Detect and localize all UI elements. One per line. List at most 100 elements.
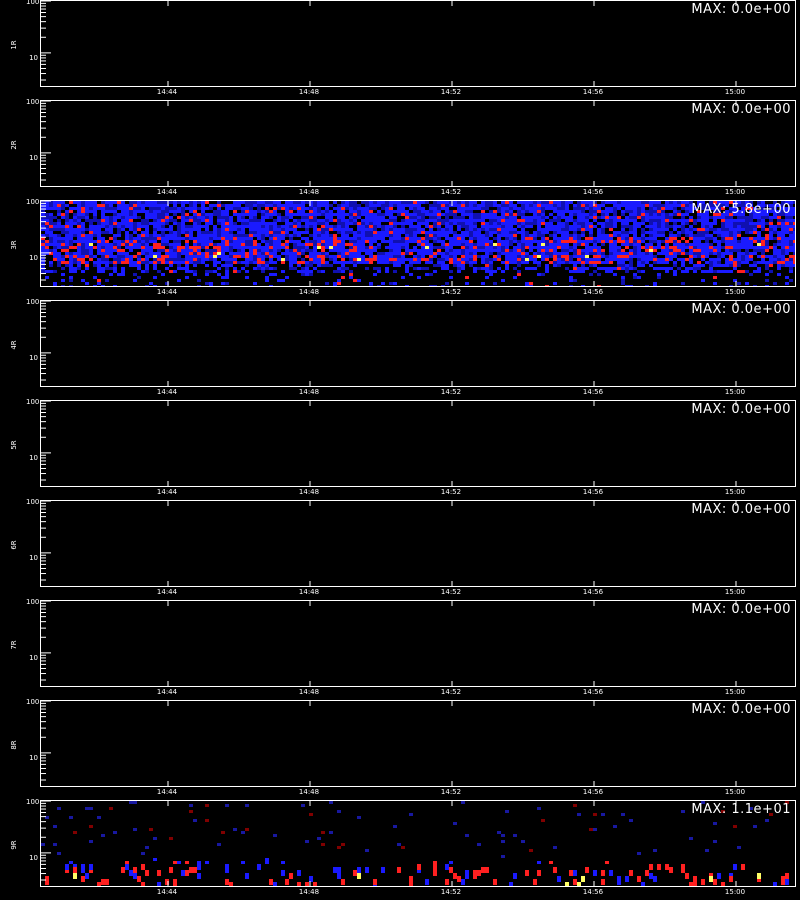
heat-cell [177, 267, 181, 270]
heat-cell [309, 270, 313, 273]
x-tick-label: 15:00 [724, 888, 746, 896]
heat-cell [157, 216, 161, 219]
heat-cell [373, 201, 377, 204]
heat-cell [593, 261, 597, 264]
heat-cell [225, 243, 229, 246]
heat-cell [369, 246, 373, 249]
heat-cell [313, 267, 317, 270]
heat-cell [569, 216, 573, 219]
heat-cell [541, 222, 545, 225]
x-tick-label: 15:00 [724, 688, 746, 696]
heat-cell [585, 201, 589, 204]
heat-cell [97, 261, 101, 264]
heat-cell [77, 267, 81, 270]
heat-cell [509, 237, 513, 240]
heat-cell [641, 261, 645, 264]
heat-cell [141, 207, 145, 210]
heat-cell [109, 243, 113, 246]
heat-cell [121, 270, 125, 273]
heat-cell [761, 228, 765, 231]
heat-cell [129, 801, 133, 804]
heat-cell [181, 204, 185, 207]
heat-cell [693, 252, 697, 255]
heat-cell [113, 207, 117, 210]
heat-cell [413, 231, 417, 234]
heat-cell [349, 240, 353, 243]
heat-cell [221, 831, 225, 834]
heat-cell [421, 210, 425, 213]
heat-cell [265, 216, 269, 219]
heat-cell [781, 249, 785, 252]
heat-cell [489, 249, 493, 252]
heat-cell [269, 216, 273, 219]
heat-cell [365, 204, 369, 207]
heat-cell [357, 210, 361, 213]
heat-cell [429, 255, 433, 258]
heat-cell [145, 255, 149, 258]
heat-cell [373, 267, 377, 270]
heat-cell [377, 261, 381, 264]
heat-cell [597, 240, 601, 243]
heat-cell [685, 222, 689, 225]
heat-cell [309, 222, 313, 225]
heat-cell [553, 255, 557, 258]
heat-cell [665, 228, 669, 231]
heat-cell [629, 213, 633, 216]
heat-cell [417, 864, 421, 870]
heat-cell [517, 201, 521, 204]
heat-cell [513, 240, 517, 243]
heat-cell [553, 867, 557, 873]
heat-cell [225, 240, 229, 243]
heat-cell [125, 231, 129, 234]
heat-cell [741, 219, 745, 222]
heat-cell [433, 219, 437, 222]
heat-cell [585, 258, 589, 261]
heat-cell [633, 219, 637, 222]
heat-cell [313, 246, 317, 249]
heat-cell [377, 270, 381, 273]
heat-cell [713, 246, 717, 249]
heat-cell [693, 264, 697, 267]
heat-cell [505, 216, 509, 219]
heat-cell [525, 870, 529, 876]
heat-cell [681, 249, 685, 252]
heat-cell [413, 246, 417, 249]
heat-cell [285, 210, 289, 213]
heat-cell [221, 237, 225, 240]
heat-cell [297, 219, 301, 222]
heat-cell [329, 801, 333, 804]
heat-cell [293, 228, 297, 231]
heat-cell [245, 270, 249, 273]
heat-cell [365, 261, 369, 264]
heat-cell [381, 258, 385, 261]
heat-cell [721, 270, 725, 273]
heat-cell [313, 213, 317, 216]
heat-cell [617, 231, 621, 234]
heat-cell [269, 240, 273, 243]
heat-cell [125, 261, 129, 264]
heat-cell [85, 213, 89, 216]
heat-cell [713, 276, 717, 279]
heat-cell [717, 258, 721, 261]
heat-cell [445, 213, 449, 216]
heat-cell [737, 243, 741, 246]
heat-cell [245, 207, 249, 210]
heat-cell [565, 267, 569, 270]
heat-cell [709, 234, 713, 237]
heat-cell [361, 213, 365, 216]
heat-cell [325, 246, 329, 249]
heat-cell [437, 264, 441, 267]
heat-cell [657, 276, 661, 279]
heat-cell [621, 243, 625, 246]
heat-cell [165, 228, 169, 231]
heat-cell [141, 201, 145, 204]
heat-cell [65, 264, 69, 267]
heat-cell [373, 213, 377, 216]
heat-cell [737, 246, 741, 249]
heat-cell [313, 210, 317, 213]
heat-cell [137, 252, 141, 255]
heat-cell [301, 252, 305, 255]
heat-cell [225, 879, 229, 885]
heat-cell [281, 231, 285, 234]
heat-cell [321, 264, 325, 267]
